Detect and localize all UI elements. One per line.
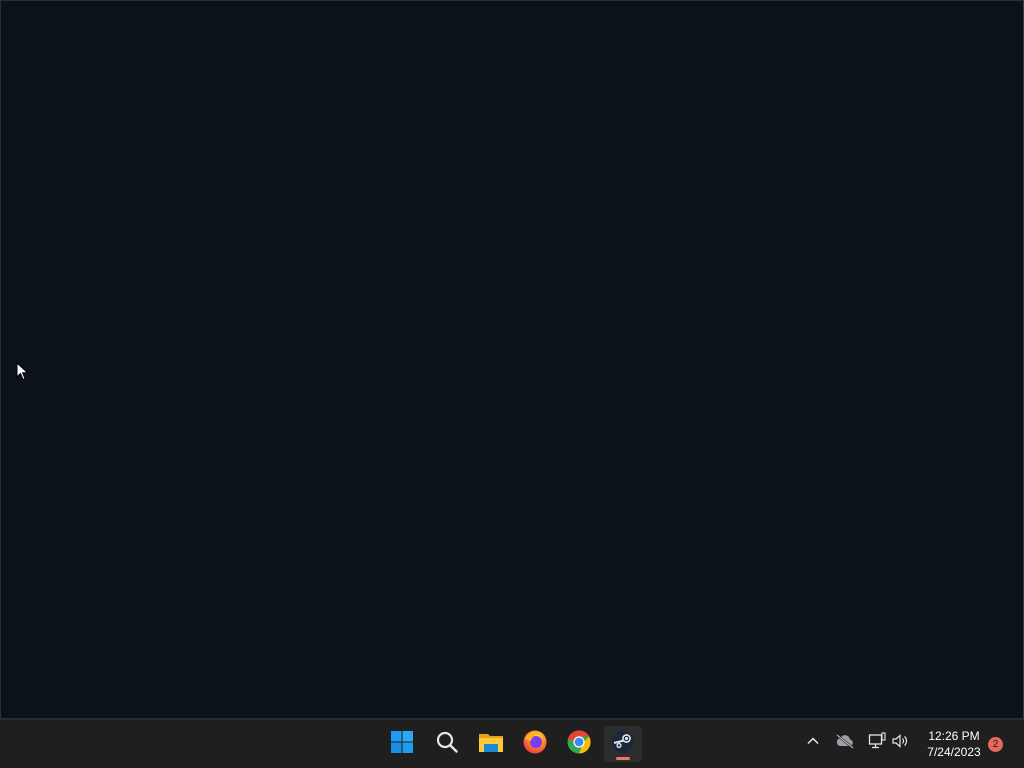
network-icon <box>868 731 886 755</box>
volume-tray-button[interactable] <box>889 732 911 754</box>
firefox-icon <box>522 729 548 760</box>
active-app-indicator <box>616 757 630 760</box>
volume-icon <box>891 732 909 755</box>
chrome-button[interactable] <box>560 726 598 762</box>
clock-time: 12:26 PM <box>928 729 980 743</box>
file-explorer-icon <box>478 730 504 759</box>
file-explorer-button[interactable] <box>472 726 510 762</box>
clock-date: 7/24/2023 <box>927 745 981 759</box>
windows-start-icon <box>390 730 414 759</box>
taskbar: 12:26 PM 7/24/2023 2 <box>0 719 1024 768</box>
steam-window-blank[interactable] <box>0 0 1024 719</box>
notification-badge[interactable]: 2 <box>988 737 1003 752</box>
steam-icon <box>611 730 635 759</box>
mouse-pointer-icon <box>16 361 30 382</box>
cloud-offline-icon <box>835 733 855 754</box>
show-hidden-icons-button[interactable] <box>802 732 824 754</box>
chevron-up-icon <box>806 734 820 753</box>
steam-button[interactable] <box>604 726 642 762</box>
chrome-icon <box>566 729 592 760</box>
search-button[interactable] <box>428 726 466 762</box>
firefox-button[interactable] <box>516 726 554 762</box>
system-clock[interactable]: 12:26 PM 7/24/2023 <box>918 728 990 760</box>
start-button[interactable] <box>383 726 421 762</box>
search-icon <box>435 730 459 759</box>
desktop-screen: 12:26 PM 7/24/2023 2 <box>0 0 1024 768</box>
onedrive-tray-button[interactable] <box>834 732 856 754</box>
network-tray-button[interactable] <box>866 731 888 755</box>
